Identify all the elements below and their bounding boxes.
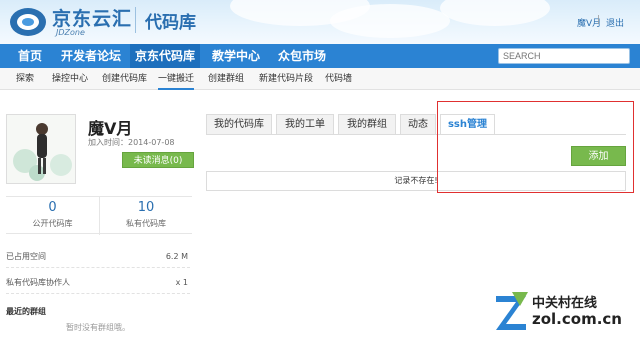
repo-stats: 0 公开代码库 10 私有代码库	[6, 196, 192, 235]
private-repo-label: 私有代码库	[126, 219, 166, 228]
subnav-code-wall[interactable]: 代码墙	[325, 68, 352, 90]
public-repo-label: 公开代码库	[32, 219, 73, 228]
subnav-dashboard[interactable]: 操控中心	[52, 68, 88, 90]
zol-logo-icon	[496, 292, 528, 330]
subnav-create-repo[interactable]: 创建代码库	[102, 68, 147, 90]
top-banner: 京东云汇 JDZone 代码库 魔V月 | 退出	[0, 0, 640, 44]
public-repo-stat[interactable]: 0 公开代码库	[6, 197, 99, 235]
nav-code-repo[interactable]: 京东代码库	[130, 44, 200, 68]
jdzone-logo-icon	[10, 8, 46, 36]
logout-link[interactable]: 退出	[606, 16, 624, 29]
join-date: 加入时间：2014-07-08	[88, 137, 175, 148]
tab-my-groups[interactable]: 我的群组	[338, 114, 396, 134]
highlight-annotation	[437, 101, 634, 193]
cloud-decoration	[330, 4, 450, 38]
recent-groups-empty: 暂时没有群组哦。	[66, 323, 130, 332]
collaborators-row: 私有代码库协作人 x 1	[6, 272, 190, 294]
join-label: 加入时间：	[88, 138, 128, 147]
section-title: 代码库	[145, 13, 196, 33]
avatar-image	[7, 115, 75, 183]
user-separator: |	[597, 15, 601, 25]
nav-forum[interactable]: 开发者论坛	[56, 44, 126, 68]
search-input[interactable]	[498, 48, 630, 64]
nav-crowdsourcing[interactable]: 众包市场	[272, 44, 332, 68]
collaborators-label: 私有代码库协作人	[6, 278, 70, 287]
subnav-create-group[interactable]: 创建群组	[208, 68, 244, 90]
tab-my-repos[interactable]: 我的代码库	[206, 114, 272, 134]
space-used-label: 已占用空间	[6, 252, 46, 261]
brand-divider	[135, 7, 136, 33]
main-navigation: 首页 开发者论坛 京东代码库 教学中心 众包市场	[0, 44, 640, 68]
cloud-decoration	[440, 0, 550, 26]
space-used-value: 6.2 M	[165, 252, 188, 261]
sub-navigation: 探索 操控中心 创建代码库 一键搬迁 创建群组 新建代码片段 代码墙	[0, 68, 640, 90]
brand-subtitle: JDZone	[56, 28, 85, 37]
avatar[interactable]	[6, 114, 76, 184]
brand-name[interactable]: 京东云汇	[52, 4, 132, 31]
private-repo-count: 10	[137, 200, 155, 215]
unread-messages-button[interactable]: 未读消息(0)	[122, 152, 194, 168]
nav-home[interactable]: 首页	[6, 44, 54, 68]
watermark-line2: zol.com.cn	[532, 310, 622, 328]
tab-my-tickets[interactable]: 我的工单	[276, 114, 334, 134]
join-date-value: 2014-07-08	[128, 138, 175, 147]
profile-name: 魔V月	[88, 119, 133, 138]
collaborators-value: x 1	[175, 278, 188, 287]
nav-teaching-center[interactable]: 教学中心	[206, 44, 266, 68]
zol-watermark: 中关村在线 zol.com.cn	[492, 288, 638, 336]
space-used-row: 已占用空间 6.2 M	[6, 246, 190, 268]
watermark-line1: 中关村在线	[532, 296, 598, 311]
public-repo-count: 0	[48, 200, 57, 215]
subnav-migrate[interactable]: 一键搬迁	[158, 68, 195, 90]
private-repo-stat[interactable]: 10 私有代码库	[99, 197, 192, 235]
subnav-explore[interactable]: 探索	[16, 68, 34, 90]
subnav-new-snippet[interactable]: 新建代码片段	[259, 68, 313, 90]
recent-groups-title: 最近的群组	[6, 307, 46, 316]
tab-activity[interactable]: 动态	[400, 114, 436, 134]
